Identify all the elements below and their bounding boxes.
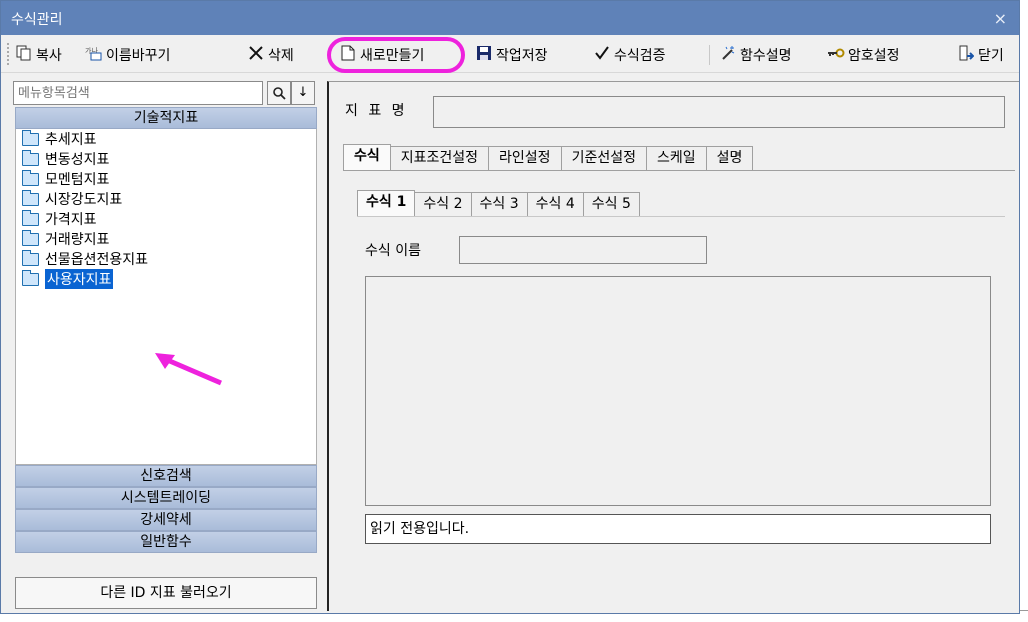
function-help-button[interactable]: 함수설명 <box>719 44 792 66</box>
tab-indicator-condition[interactable]: 지표조건설정 <box>389 146 490 170</box>
menu-search-box[interactable] <box>13 81 263 105</box>
indicator-name-label: 지 표 명 <box>345 103 408 119</box>
annotation-arrow-icon <box>155 353 222 386</box>
folder-icon <box>22 189 39 206</box>
subtab-formula-1[interactable]: 수식 1 <box>357 190 416 216</box>
category-general-function[interactable]: 일반함수 <box>15 531 317 553</box>
rename-label: 이름바꾸기 <box>106 48 171 64</box>
close-label: 닫기 <box>978 48 1004 64</box>
highlight-circle <box>327 37 465 73</box>
category-technical[interactable]: 기술적지표 <box>15 107 317 129</box>
indicator-tree: 추세지표 변동성지표 모멘텀지표 시장강도지표 가격지표 거래량지표 선물옵션전… <box>15 129 317 465</box>
magic-wand-icon <box>719 45 737 65</box>
copy-button[interactable]: 복사 <box>15 44 62 66</box>
down-arrow-icon: ↓ <box>297 85 309 100</box>
rename-button[interactable]: 가나 이름바꾸기 <box>85 44 170 66</box>
window-title: 수식관리 <box>11 12 63 28</box>
menu-search-input[interactable] <box>18 83 258 103</box>
folder-icon <box>22 149 39 166</box>
tree-item-trend[interactable]: 추세지표 <box>22 129 97 149</box>
subtab-divider <box>357 216 1005 217</box>
copy-label: 복사 <box>36 48 62 64</box>
close-button[interactable]: 닫기 <box>957 44 1004 66</box>
tree-item-volume[interactable]: 거래량지표 <box>22 229 109 249</box>
folder-open-icon <box>22 269 39 286</box>
category-system-trading[interactable]: 시스템트레이딩 <box>15 487 317 509</box>
main-tabs: 수식 지표조건설정 라인설정 기준선설정 스케일 설명 <box>343 144 754 170</box>
delete-button[interactable]: 삭제 <box>247 44 294 66</box>
save-button[interactable]: 작업저장 <box>475 44 548 66</box>
verify-label: 수식검증 <box>614 48 666 64</box>
password-button[interactable]: 암호설정 <box>827 44 900 66</box>
tab-description[interactable]: 설명 <box>705 146 754 170</box>
folder-icon <box>22 209 39 226</box>
tab-divider <box>343 170 1015 171</box>
toolbar-grip[interactable] <box>7 43 11 65</box>
copy-icon <box>15 45 33 65</box>
rename-icon: 가나 <box>85 45 103 65</box>
tab-formula[interactable]: 수식 <box>343 144 391 170</box>
exit-icon <box>957 45 975 65</box>
formula-subtabs: 수식 1 수식 2 수식 3 수식 4 수식 5 <box>357 190 640 216</box>
tree-item-futures-options[interactable]: 선물옵션전용지표 <box>22 249 148 269</box>
toolbar: 복사 가나 이름바꾸기 삭제 새로만들기 작업저장 수식검증 함수설명 암호설정… <box>1 35 1019 73</box>
formula-manager-window: 수식관리 × 복사 가나 이름바꾸기 삭제 새로만들기 작업저장 수식검증 함수… <box>0 0 1020 614</box>
category-strength-weakness[interactable]: 강세약세 <box>15 509 317 531</box>
load-other-id-button[interactable]: 다른 ID 지표 불러오기 <box>15 577 317 609</box>
save-label: 작업저장 <box>496 48 548 64</box>
formula-name-label: 수식 이름 <box>365 243 421 259</box>
title-bar: 수식관리 × <box>1 1 1019 35</box>
indicator-name-field[interactable] <box>433 96 1005 128</box>
tree-item-momentum[interactable]: 모멘텀지표 <box>22 169 109 189</box>
tree-item-volatility[interactable]: 변동성지표 <box>22 149 109 169</box>
toolbar-separator <box>709 45 710 65</box>
tab-baseline-settings[interactable]: 기준선설정 <box>560 146 647 170</box>
subtab-formula-2[interactable]: 수식 2 <box>414 192 472 216</box>
tab-scale[interactable]: 스케일 <box>645 146 707 170</box>
search-icon <box>272 87 286 104</box>
verify-button[interactable]: 수식검증 <box>593 44 666 66</box>
formula-editor-panel: 지 표 명 수식 지표조건설정 라인설정 기준선설정 스케일 설명 수식 1 수… <box>327 81 1019 611</box>
search-button[interactable] <box>267 81 291 105</box>
password-label: 암호설정 <box>848 48 900 64</box>
search-next-button[interactable]: ↓ <box>291 81 315 105</box>
formula-name-field[interactable] <box>459 236 707 264</box>
tree-item-user-indicator[interactable]: 사용자지표 <box>22 269 114 289</box>
status-message: 읽기 전용입니다. <box>365 514 991 544</box>
check-icon <box>593 45 611 65</box>
formula-text-area[interactable] <box>365 276 991 506</box>
menu-panel: ↓ 기술적지표 추세지표 변동성지표 모멘텀지표 시장강도지표 가격지표 거래량… <box>11 81 317 611</box>
folder-icon <box>22 229 39 246</box>
subtab-formula-3[interactable]: 수식 3 <box>470 192 528 216</box>
close-icon[interactable]: × <box>994 9 1007 28</box>
function-help-label: 함수설명 <box>740 48 792 64</box>
save-icon <box>475 45 493 65</box>
delete-icon <box>247 45 265 65</box>
key-icon <box>827 45 845 65</box>
category-signal-search[interactable]: 신호검색 <box>15 465 317 487</box>
folder-icon <box>22 249 39 266</box>
tab-line-settings[interactable]: 라인설정 <box>488 146 562 170</box>
folder-icon <box>22 169 39 186</box>
folder-icon <box>22 129 39 146</box>
tree-item-price[interactable]: 가격지표 <box>22 209 97 229</box>
tree-item-market-strength[interactable]: 시장강도지표 <box>22 189 122 209</box>
subtab-formula-4[interactable]: 수식 4 <box>526 192 584 216</box>
delete-label: 삭제 <box>268 48 294 64</box>
subtab-formula-5[interactable]: 수식 5 <box>582 192 640 216</box>
